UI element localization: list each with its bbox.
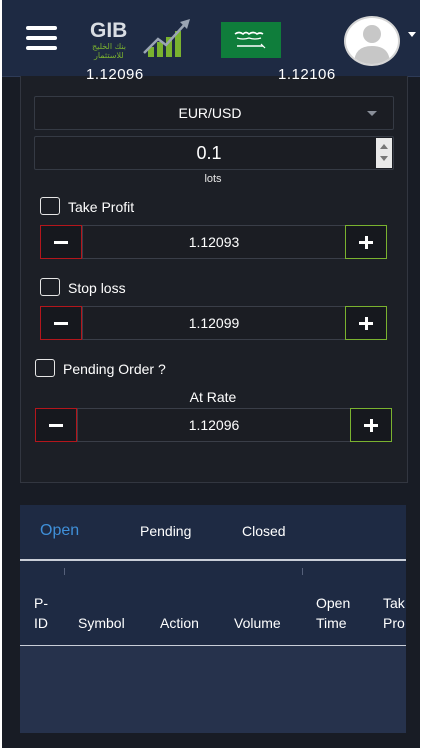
at-rate-label: At Rate: [189, 389, 237, 405]
column-header-volume[interactable]: Volume: [234, 613, 281, 633]
column-header-id[interactable]: P- ID: [34, 593, 48, 633]
take-profit-decrement-button[interactable]: [40, 225, 82, 259]
pending-order-checkbox[interactable]: [35, 359, 55, 377]
column-header-symbol[interactable]: Symbol: [78, 613, 125, 633]
stop-loss-decrement-button[interactable]: [40, 306, 82, 340]
stop-loss-stepper: 1.12099: [40, 306, 388, 340]
at-rate-input[interactable]: 1.12096: [77, 408, 351, 442]
stop-loss-checkbox[interactable]: [40, 278, 60, 296]
buy-price: 1.12106: [278, 66, 336, 83]
logo-arabic-line1: بنك الخليج: [92, 42, 126, 51]
at-rate-stepper: 1.12096: [35, 408, 393, 442]
user-avatar-icon[interactable]: [344, 16, 400, 66]
at-rate-decrement-button[interactable]: [35, 408, 77, 442]
column-header-take-profit[interactable]: Tak Pro: [383, 593, 405, 633]
app-header: GIB بنك الخليج للاستثمار: [2, 0, 420, 77]
caret-down-icon[interactable]: [408, 32, 416, 37]
tab-open[interactable]: Open: [40, 522, 79, 540]
spinner-up-icon[interactable]: [380, 144, 388, 149]
volume-input[interactable]: 0.1: [34, 136, 394, 170]
stop-loss-increment-button[interactable]: [345, 306, 387, 340]
take-profit-checkbox[interactable]: [40, 197, 60, 215]
volume-value: 0.1: [196, 143, 222, 163]
positions-table: P- ID Symbol Action Volume Open Time Tak…: [20, 561, 406, 733]
volume-unit-label: lots: [204, 173, 222, 185]
symbol-select[interactable]: EUR/USD: [34, 96, 394, 130]
take-profit-increment-button[interactable]: [345, 225, 387, 259]
at-rate-increment-button[interactable]: [350, 408, 392, 442]
pending-order-label: Pending Order ?: [63, 361, 166, 377]
take-profit-stepper: 1.12093: [40, 225, 388, 259]
symbol-select-value: EUR/USD: [178, 105, 242, 121]
app-frame: GIB بنك الخليج للاستثمار 1.12096 1.12106…: [2, 0, 420, 748]
column-header-action[interactable]: Action: [160, 613, 199, 633]
positions-tabs: Open Pending Closed: [20, 505, 406, 561]
tab-pending[interactable]: Pending: [140, 523, 191, 539]
logo-arabic-line2: للاستثمار: [93, 51, 124, 60]
column-header-open-time[interactable]: Open Time: [316, 593, 350, 633]
chevron-down-icon: [367, 111, 377, 116]
column-divider: [64, 568, 65, 575]
hamburger-menu-icon[interactable]: [26, 26, 57, 50]
volume-spinner[interactable]: [376, 138, 392, 168]
column-divider: [302, 568, 303, 575]
logo-text: GIB: [90, 19, 127, 42]
take-profit-input[interactable]: 1.12093: [82, 225, 346, 259]
gib-logo: GIB بنك الخليج للاستثمار: [90, 19, 190, 60]
take-profit-label: Take Profit: [68, 199, 135, 215]
stop-loss-label: Stop loss: [68, 280, 126, 296]
tab-closed[interactable]: Closed: [242, 523, 286, 539]
positions-table-body: [20, 646, 406, 733]
spinner-down-icon[interactable]: [380, 156, 388, 161]
saudi-flag-icon: [221, 22, 281, 58]
sell-price: 1.12096: [86, 66, 144, 83]
stop-loss-input[interactable]: 1.12099: [82, 306, 346, 340]
